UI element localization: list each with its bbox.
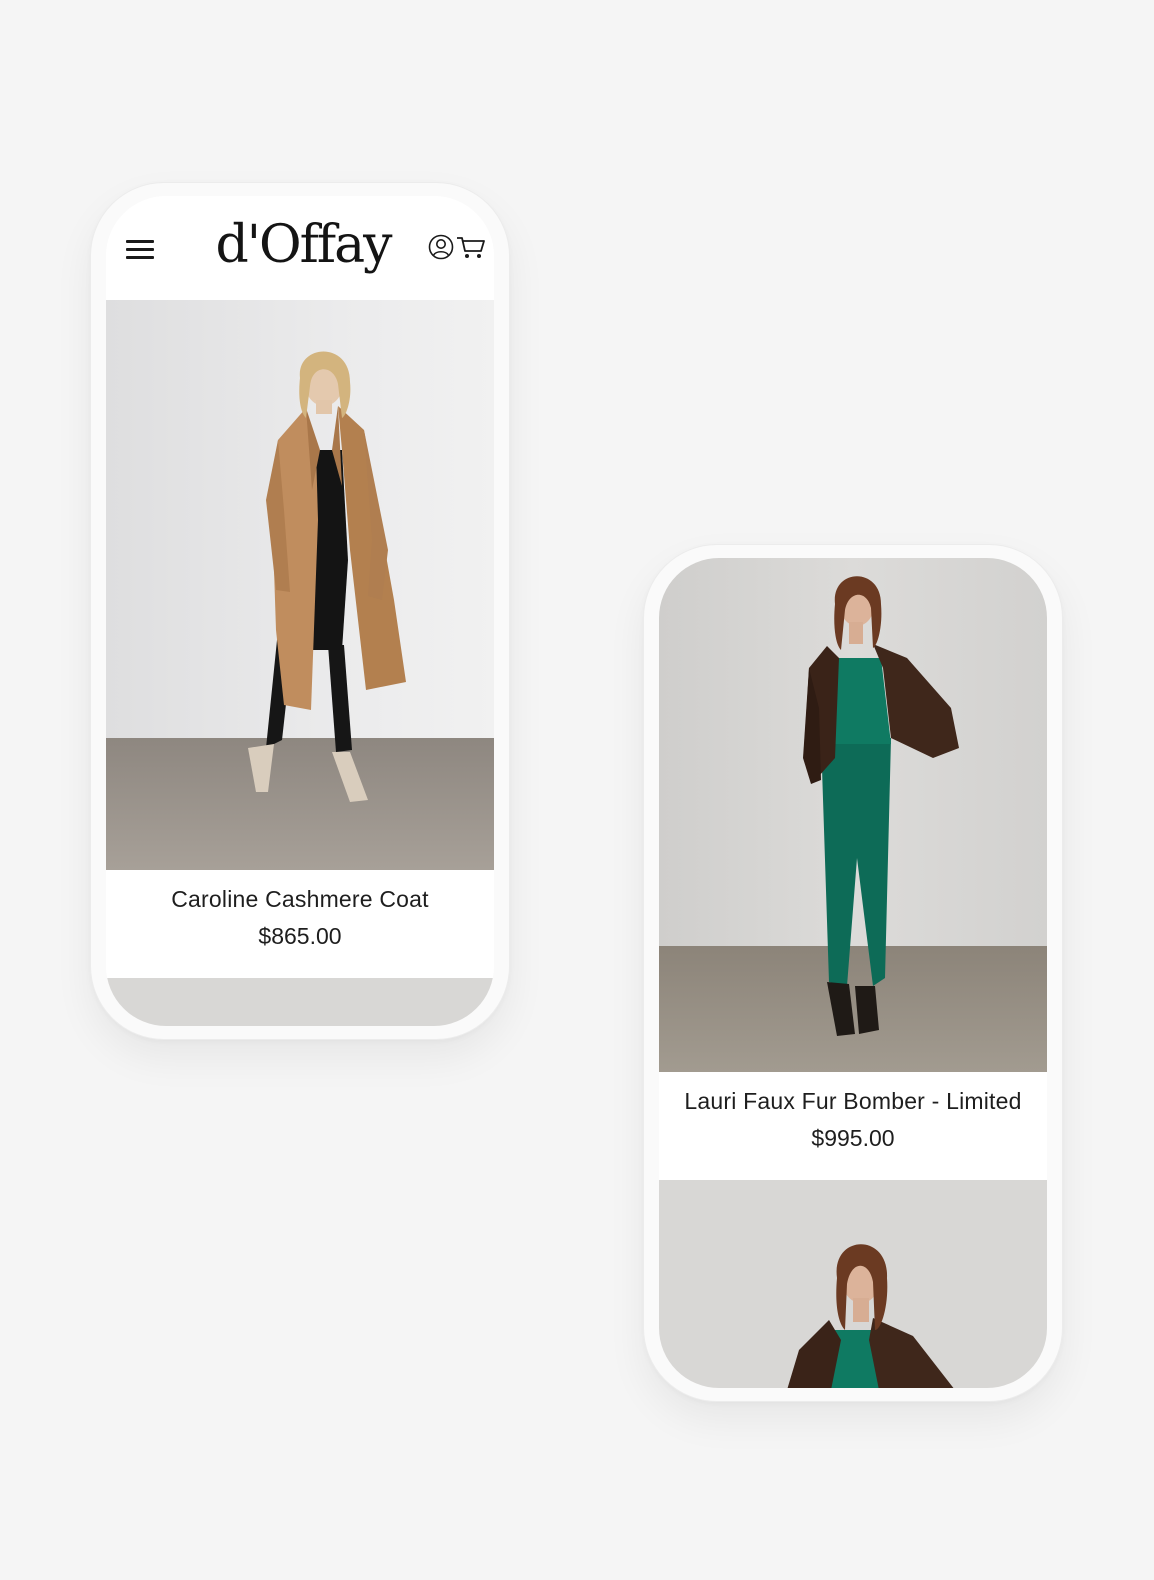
- site-header: d'Offay: [106, 196, 494, 300]
- product-image-lauri-bomber[interactable]: [659, 558, 1047, 1072]
- model-in-fur-bomber-closeup-illustration: [659, 1180, 1047, 1388]
- product-name[interactable]: Caroline Cashmere Coat: [106, 886, 494, 913]
- hamburger-menu-icon[interactable]: [126, 240, 154, 260]
- product-price: $865.00: [258, 923, 342, 949]
- phone-screen-right: Lauri Faux Fur Bomber - Limited $995.00: [659, 558, 1047, 1388]
- phone-mockup-right: Lauri Faux Fur Bomber - Limited $995.00: [643, 544, 1063, 1402]
- product-image-caroline-coat[interactable]: [106, 300, 494, 870]
- product-price: $995.00: [811, 1125, 895, 1151]
- next-product-image-lauri-bomber[interactable]: [659, 1180, 1047, 1388]
- user-account-icon[interactable]: [428, 234, 454, 260]
- phone-screen-left: d'Offay Caroline Cashmere Coat $865.00: [106, 196, 494, 1026]
- model-in-camel-coat-illustration: [106, 300, 494, 870]
- product-name[interactable]: Lauri Faux Fur Bomber - Limited: [659, 1088, 1047, 1115]
- phone-mockup-left: d'Offay Caroline Cashmere Coat $865.00: [90, 182, 510, 1040]
- next-product-image-peek[interactable]: [106, 978, 494, 1026]
- brand-logo[interactable]: d'Offay: [210, 210, 396, 280]
- product-card-caroline-coat: Caroline Cashmere Coat $865.00: [106, 870, 494, 978]
- product-card-lauri-bomber: Lauri Faux Fur Bomber - Limited $995.00: [659, 1072, 1047, 1180]
- shopping-cart-icon[interactable]: [456, 234, 486, 260]
- model-in-fur-bomber-illustration: [659, 558, 1047, 1072]
